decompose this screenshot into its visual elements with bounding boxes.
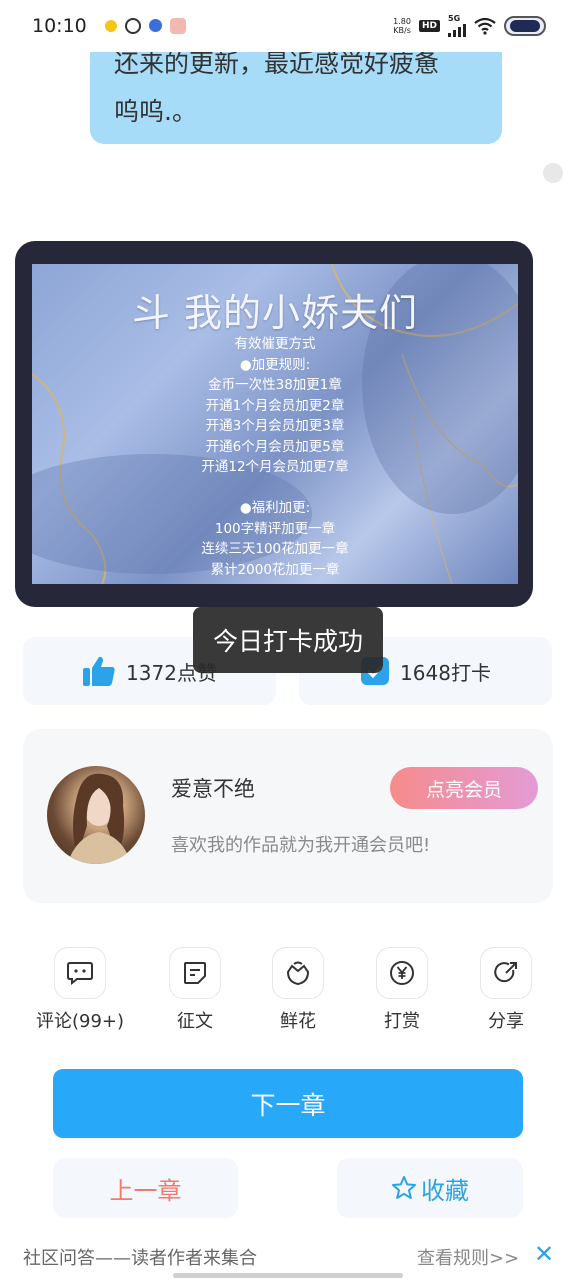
close-icon[interactable]: ✕ xyxy=(534,1240,554,1268)
author-description: 喜欢我的作品就为我开通会员吧! xyxy=(171,835,431,856)
wifi-icon xyxy=(474,17,496,35)
link-notification-icon xyxy=(124,18,141,34)
avatar-portrait xyxy=(67,773,131,864)
image-line: 连续三天100花加更一章 xyxy=(201,541,349,557)
image-line: 开通12个月会员加更7章 xyxy=(201,459,349,475)
hd-badge: HD xyxy=(418,20,440,32)
paw-notification-icon xyxy=(148,19,162,32)
battery-icon xyxy=(504,16,546,36)
action-label: 打赏 xyxy=(384,1011,420,1032)
comment-action[interactable]: 评论(99+) xyxy=(30,947,130,1033)
share-icon xyxy=(480,947,532,999)
essay-action[interactable]: 征文 xyxy=(145,947,245,1033)
next-chapter-button[interactable]: 下一章 xyxy=(53,1069,523,1138)
comment-bubble: 还来的更新，最近感觉好疲惫 呜呜.。 xyxy=(90,52,502,144)
yen-icon xyxy=(376,947,428,999)
net-speed-value: 1.80 xyxy=(393,17,411,26)
image-line: ●加更规则: xyxy=(239,356,311,373)
flower-icon xyxy=(272,947,324,999)
net-speed-unit: KB/s xyxy=(393,26,411,35)
share-action[interactable]: 分享 xyxy=(456,947,556,1033)
chapter-image[interactable]: 斗 我的小娇夫们 有效催更方式 ●加更规则: 金币一次性38加更1章 开通1个月… xyxy=(32,264,518,584)
image-line: 金币一次性38加更1章 xyxy=(208,377,342,393)
action-label: 征文 xyxy=(177,1011,213,1032)
author-card: 爱意不绝 喜欢我的作品就为我开通会员吧! 点亮会员 xyxy=(23,729,553,903)
image-line: 有效催更方式 xyxy=(234,336,316,352)
comment-text-line: 呜呜.。 xyxy=(114,97,197,126)
avatar-notification-icon xyxy=(169,18,186,34)
cell-signal-icon: 5G xyxy=(448,15,466,37)
essay-icon xyxy=(169,947,221,999)
image-line: 100字精评加更一章 xyxy=(214,520,336,537)
home-indicator[interactable] xyxy=(173,1273,403,1278)
image-rules: 有效催更方式 ●加更规则: 金币一次性38加更1章 开通1个月会员加更2章 开通… xyxy=(32,334,518,580)
image-line xyxy=(32,478,518,499)
image-line: 开通3个月会员加更3章 xyxy=(205,418,345,434)
action-label: 鲜花 xyxy=(280,1011,316,1032)
image-title: 斗 我的小娇夫们 xyxy=(131,291,419,335)
checkin-count: 1648打卡 xyxy=(400,660,491,685)
favorite-button[interactable]: 收藏 xyxy=(337,1158,523,1218)
favorite-label: 收藏 xyxy=(421,1176,469,1205)
star-icon xyxy=(392,1176,416,1199)
action-label: 分享 xyxy=(488,1011,524,1032)
action-label: 评论(99+) xyxy=(35,1011,125,1032)
thumbs-up-icon xyxy=(83,656,115,686)
image-line: ●福利加更: xyxy=(239,500,311,516)
comment-icon xyxy=(54,947,106,999)
status-indicators: 1.80 KB/s HD 5G xyxy=(393,15,546,37)
community-qa-text[interactable]: 社区问答——读者作者来集合 xyxy=(23,1244,257,1270)
prev-chapter-button[interactable]: 上一章 xyxy=(53,1158,238,1218)
view-rules-link[interactable]: 查看规则>> xyxy=(417,1244,519,1270)
author-avatar[interactable] xyxy=(47,766,145,864)
checkin-toast: 今日打卡成功 xyxy=(193,607,383,673)
image-line: 累计2000花加更一章 xyxy=(210,561,340,578)
status-notification-icons xyxy=(104,18,186,34)
network-type: 5G xyxy=(448,14,461,23)
app-notification-icon xyxy=(104,20,117,32)
author-name[interactable]: 爱意不绝 xyxy=(171,773,255,803)
member-button[interactable]: 点亮会员 xyxy=(390,767,538,809)
status-bar: 10:10 1.80 KB/s HD 5G xyxy=(0,0,576,52)
image-line: 开通6个月会员加更5章 xyxy=(205,438,345,455)
status-time: 10:10 xyxy=(32,15,87,37)
image-line: 开通1个月会员加更2章 xyxy=(205,397,345,414)
comment-text-line: 还来的更新，最近感觉好疲惫 xyxy=(114,52,440,78)
flower-action[interactable]: 鲜花 xyxy=(248,947,348,1033)
scroll-dot xyxy=(543,163,563,183)
tip-action[interactable]: 打赏 xyxy=(352,947,452,1033)
net-speed: 1.80 KB/s xyxy=(393,17,411,35)
